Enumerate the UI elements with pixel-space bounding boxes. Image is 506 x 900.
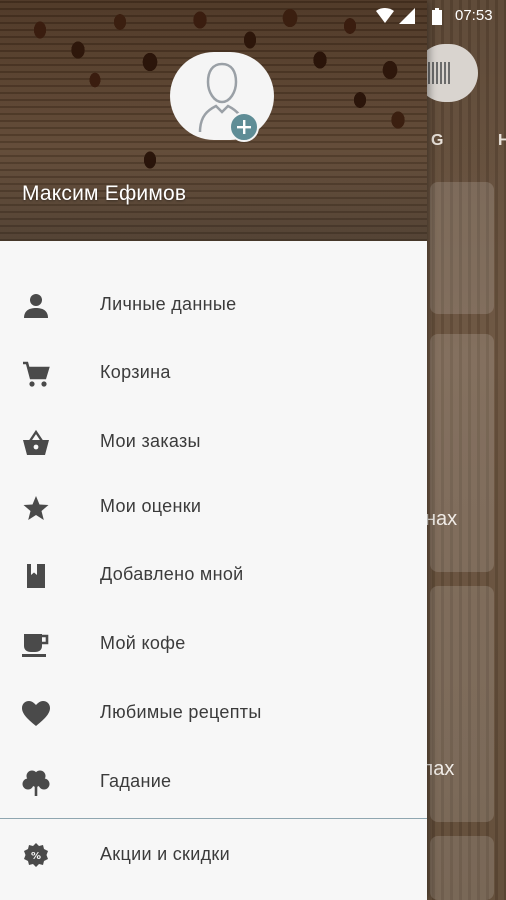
background-card[interactable] [430, 836, 494, 900]
menu-item-my-coffee[interactable]: Мой кофе [0, 611, 427, 677]
menu-item-cart[interactable]: Корзина [0, 340, 427, 406]
navigation-drawer: Максим Ефимов Личные данные Корзина Мои … [0, 0, 427, 900]
menu-item-label: Личные данные [100, 294, 237, 314]
menu-item-fortune-telling[interactable]: Гадание [0, 749, 427, 815]
background-card[interactable] [430, 334, 494, 572]
signal-icon [399, 8, 415, 24]
menu-item-personal-data[interactable]: Личные данные [0, 272, 427, 338]
menu-item-label: Добавлено мной [100, 564, 244, 584]
background-tab-letter[interactable]: H [498, 132, 506, 150]
menu-item-label: Мои заказы [100, 431, 201, 451]
menu-item-label: Гадание [100, 771, 172, 791]
menu-item-promotions[interactable]: % Акции и скидки [0, 822, 427, 888]
background-card[interactable] [430, 182, 494, 314]
wifi-icon [376, 8, 394, 23]
background-card[interactable] [430, 586, 494, 822]
star-icon [23, 496, 49, 520]
menu-item-label: Мои оценки [100, 496, 202, 516]
status-time: 07:53 [455, 7, 493, 24]
menu-item-label: Мой кофе [100, 633, 186, 653]
plus-icon [237, 120, 251, 134]
barcode-icon [428, 62, 452, 84]
svg-text:%: % [31, 851, 41, 862]
background-tab-letter[interactable]: G [431, 132, 443, 150]
basket-icon [23, 429, 49, 455]
discount-badge-icon: % [24, 843, 48, 867]
heart-icon [22, 701, 50, 726]
bookmark-icon [27, 564, 45, 588]
menu-item-label: Корзина [100, 362, 171, 382]
menu-item-label: Акции и скидки [100, 844, 230, 864]
menu-item-label: Любимые рецепты [100, 702, 262, 722]
battery-icon [432, 8, 442, 25]
menu-item-my-ratings[interactable]: Мои оценки [0, 474, 427, 540]
menu-item-favorite-recipes[interactable]: Любимые рецепты [0, 680, 427, 746]
menu-divider [0, 818, 427, 819]
user-name: Максим Ефимов [22, 182, 187, 205]
status-bar: 07:53 [0, 0, 506, 32]
add-photo-button[interactable] [229, 112, 259, 142]
clover-icon [22, 770, 50, 796]
menu-item-my-orders[interactable]: Мои заказы [0, 409, 427, 475]
background-card-text: нах [425, 508, 458, 530]
coffee-cup-icon [22, 634, 49, 657]
cart-icon [23, 361, 50, 387]
person-icon [24, 294, 48, 318]
menu-item-added-by-me[interactable]: Добавлено мной [0, 542, 427, 608]
